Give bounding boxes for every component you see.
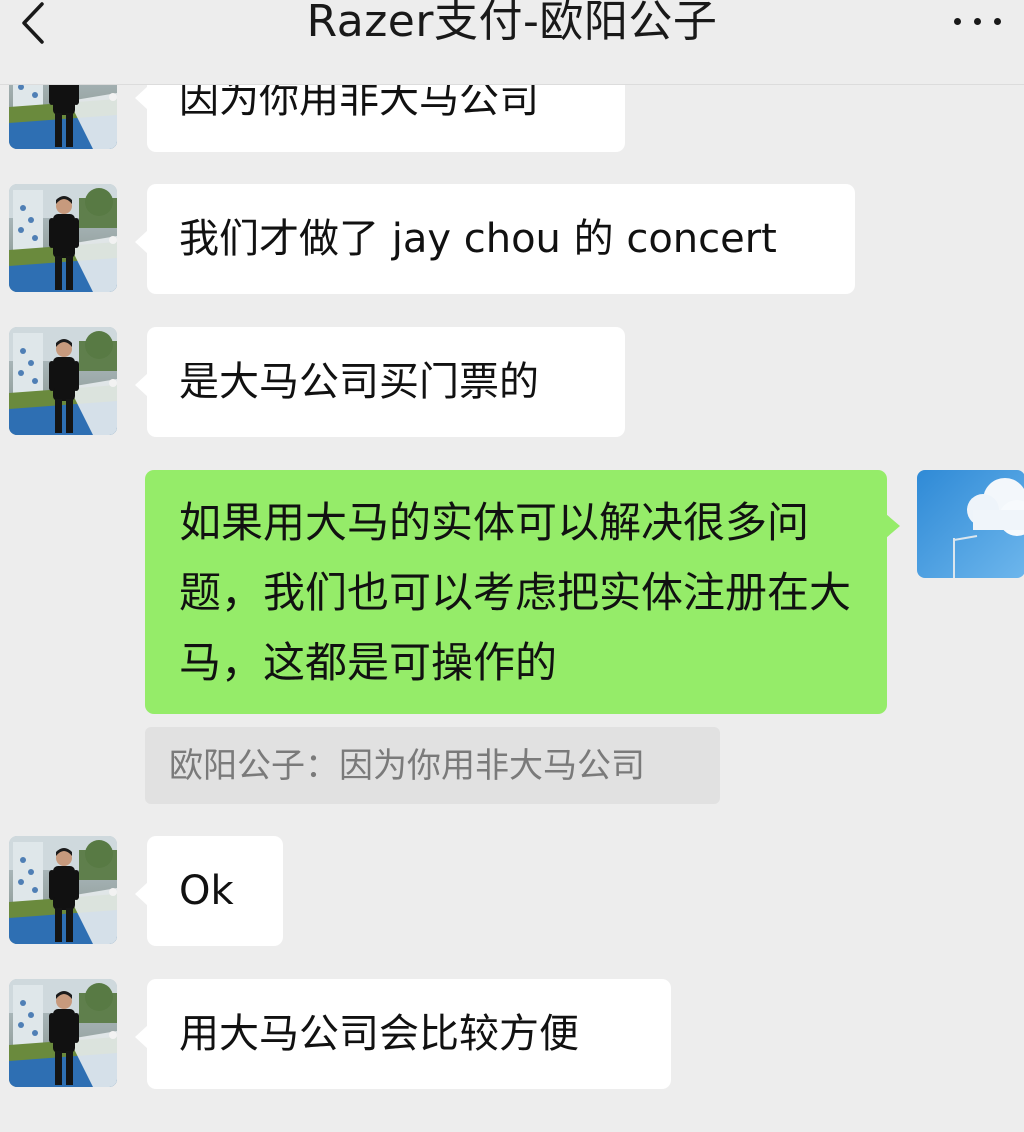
message-bubble[interactable]: 用大马公司会比较方便 bbox=[135, 979, 671, 1089]
more-button[interactable] bbox=[950, 6, 1010, 36]
quote-sender: 欧阳公子 bbox=[169, 746, 305, 786]
quote-separator: ： bbox=[305, 746, 339, 786]
message-text: 如果用大马的实体可以解决很多问题，我们也可以考虑把实体注册在大马，这都是可操作的 bbox=[179, 498, 852, 687]
chat-header: Razer支付-欧阳公子 bbox=[0, 0, 1024, 85]
contact-avatar[interactable] bbox=[9, 184, 117, 292]
contact-avatar[interactable] bbox=[9, 836, 117, 944]
message-bubble[interactable]: Ok bbox=[135, 836, 283, 946]
my-avatar[interactable] bbox=[917, 470, 1024, 578]
chat-title: Razer支付-欧阳公子 bbox=[306, 0, 718, 47]
quote-text: 因为你用非大马公司 bbox=[339, 746, 645, 786]
more-dots-icon bbox=[994, 18, 1001, 25]
message-text: Ok bbox=[179, 868, 234, 914]
more-dots-icon bbox=[974, 18, 981, 25]
quoted-message[interactable]: 欧阳公子：因为你用非大马公司 bbox=[145, 727, 720, 804]
message-bubble[interactable]: 是大马公司买门票的 bbox=[135, 327, 625, 437]
message-text: 用大马公司会比较方便 bbox=[179, 1011, 579, 1057]
more-dots-icon bbox=[954, 18, 961, 25]
chat-screen: Razer支付-欧阳公子 因为你用非大马公司 我们才做了 jay chou 的 … bbox=[0, 0, 1024, 1132]
contact-avatar[interactable] bbox=[9, 327, 117, 435]
message-text: 我们才做了 jay chou 的 concert bbox=[179, 216, 777, 262]
contact-avatar[interactable] bbox=[9, 979, 117, 1087]
message-bubble[interactable]: 我们才做了 jay chou 的 concert bbox=[135, 184, 855, 294]
message-text: 是大马公司买门票的 bbox=[179, 359, 539, 405]
message-bubble-outgoing[interactable]: 如果用大马的实体可以解决很多问题，我们也可以考虑把实体注册在大马，这都是可操作的 bbox=[145, 470, 900, 714]
